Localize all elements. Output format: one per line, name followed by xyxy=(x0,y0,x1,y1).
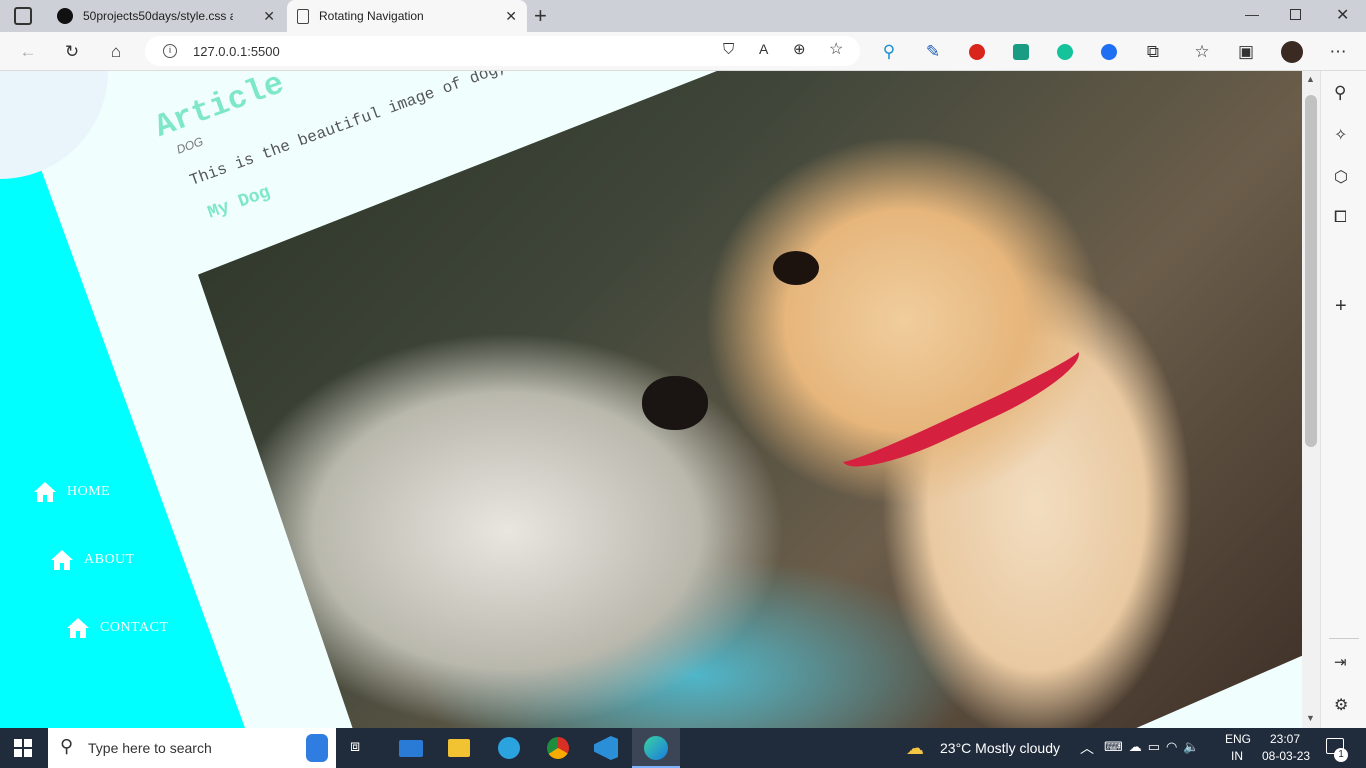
page-icon xyxy=(297,8,309,24)
task-view-icon[interactable]: ⧈ xyxy=(350,738,360,756)
nav-home-label: HOME xyxy=(67,484,111,499)
close-tab-icon[interactable]: ✕ xyxy=(263,8,275,25)
calendar-extension-icon[interactable] xyxy=(1007,38,1035,66)
scroll-up-icon[interactable]: ▲ xyxy=(1306,74,1315,84)
tab-rotating-navigation[interactable]: Rotating Navigation ✕ xyxy=(287,0,527,32)
scroll-down-icon[interactable]: ▼ xyxy=(1306,713,1315,723)
lang-bottom[interactable]: IN xyxy=(1231,749,1243,763)
scrollbar-thumb[interactable] xyxy=(1305,95,1317,447)
search-extension-icon[interactable]: ⚲ xyxy=(875,38,903,66)
read-aloud-icon[interactable]: A xyxy=(759,41,768,57)
mail-app-icon[interactable] xyxy=(399,740,423,757)
nav-contact[interactable]: CONTACT xyxy=(66,617,169,639)
home-icon xyxy=(51,550,73,570)
dog-collar xyxy=(827,318,1089,484)
tab-strip: 50projects50days/style.css at ma ✕ Rotat… xyxy=(0,0,1366,32)
url-text: 127.0.0.1:5500 xyxy=(193,43,280,59)
sparkle-icon[interactable]: ✧ xyxy=(1334,125,1347,145)
minimize-button[interactable]: — xyxy=(1245,6,1259,22)
grammarly-extension-icon[interactable] xyxy=(1051,38,1079,66)
tag-icon[interactable]: ⛉ xyxy=(723,41,734,58)
collections-icon[interactable]: ▣ xyxy=(1232,38,1260,66)
office-icon[interactable]: ⬡ xyxy=(1334,167,1348,187)
dog-nose xyxy=(642,376,708,430)
adblock-extension-icon[interactable] xyxy=(963,38,991,66)
back-button[interactable]: ← xyxy=(14,38,42,66)
tray-icons[interactable]: ⌨☁▭◠🔈 xyxy=(1104,739,1206,755)
weather-icon: ☁ xyxy=(906,738,924,758)
home-icon xyxy=(67,618,89,638)
divider xyxy=(1329,638,1359,639)
webpage-viewport: Article DOG This is the beautiful image … xyxy=(0,71,1302,728)
extensions-icon[interactable]: ⧉ xyxy=(1139,38,1167,66)
search-placeholder: Type here to search xyxy=(88,740,212,756)
nav-home[interactable]: HOME xyxy=(33,481,110,503)
info-icon[interactable]: i xyxy=(163,44,177,58)
outlook-icon[interactable]: ⧠ xyxy=(1334,209,1347,227)
dog-eye xyxy=(773,251,819,285)
tray-chevron-icon[interactable]: ︿ xyxy=(1080,738,1094,758)
restore-button[interactable] xyxy=(1290,9,1301,20)
hide-sidebar-icon[interactable]: ⇥ xyxy=(1334,653,1347,671)
tab-github[interactable]: 50projects50days/style.css at ma ✕ xyxy=(47,0,285,32)
favorites-icon[interactable]: ☆ xyxy=(1188,38,1216,66)
tab-actions-icon[interactable] xyxy=(14,7,32,25)
weather-text[interactable]: 23°C Mostly cloudy xyxy=(940,740,1060,756)
video-extension-icon[interactable] xyxy=(1095,38,1123,66)
telegram-icon[interactable] xyxy=(498,737,520,759)
edge-icon xyxy=(644,736,668,760)
start-button[interactable] xyxy=(14,739,32,757)
github-icon xyxy=(57,8,73,24)
nav-about[interactable]: ABOUT xyxy=(50,549,135,571)
close-window-button[interactable]: ✕ xyxy=(1336,5,1349,25)
clock-date[interactable]: 08-03-23 xyxy=(1262,749,1310,763)
close-tab-icon[interactable]: ✕ xyxy=(505,8,517,25)
chrome-icon[interactable] xyxy=(547,737,569,759)
nav-about-label: ABOUT xyxy=(84,552,135,567)
taskbar: ⚲ Type here to search ⧈ ☁ 23°C Mostly cl… xyxy=(0,728,1366,768)
home-button[interactable]: ⌂ xyxy=(102,38,130,66)
address-bar[interactable]: i 127.0.0.1:5500 ⛉ A ⊕ ☆ xyxy=(145,36,860,66)
more-menu-icon[interactable]: ⋯ xyxy=(1324,38,1352,66)
favorite-icon[interactable]: ☆ xyxy=(829,39,843,59)
settings-icon[interactable]: ⚙ xyxy=(1334,695,1348,715)
notification-count: 1 xyxy=(1334,748,1348,762)
file-explorer-icon[interactable] xyxy=(448,739,470,757)
edge-sidebar: ⚲ ✧ ⬡ ⧠ + ⇥ ⚙ xyxy=(1320,71,1366,728)
search-icon: ⚲ xyxy=(60,736,74,756)
add-sidebar-icon[interactable]: + xyxy=(1335,295,1347,318)
tab-title: Rotating Navigation xyxy=(319,9,424,23)
new-tab-button[interactable]: + xyxy=(534,3,547,29)
pen-extension-icon[interactable]: ✎ xyxy=(919,38,947,66)
tab-title: 50projects50days/style.css at ma xyxy=(83,9,233,23)
clock-time[interactable]: 23:07 xyxy=(1270,732,1300,746)
zoom-icon[interactable]: ⊕ xyxy=(793,40,806,58)
lang-top[interactable]: ENG xyxy=(1225,732,1251,746)
taskbar-search-box[interactable]: ⚲ Type here to search xyxy=(48,728,336,768)
nav-contact-label: CONTACT xyxy=(100,620,169,635)
search-highlight-icon xyxy=(306,734,328,762)
home-icon xyxy=(34,482,56,502)
refresh-button[interactable]: ↻ xyxy=(58,38,86,66)
vscode-icon[interactable] xyxy=(594,736,618,760)
search-icon[interactable]: ⚲ xyxy=(1334,83,1346,103)
edge-taskbar-button[interactable] xyxy=(632,728,680,768)
profile-avatar[interactable] xyxy=(1278,38,1306,66)
